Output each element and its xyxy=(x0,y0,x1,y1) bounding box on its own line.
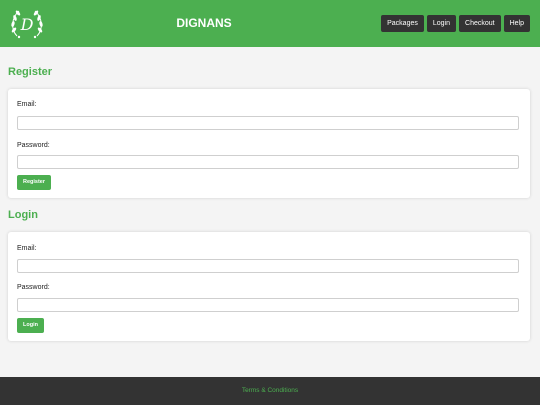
login-title: Login xyxy=(8,209,38,221)
nav-help-button[interactable]: Help xyxy=(503,15,530,32)
login-email-label: Email: xyxy=(17,245,37,252)
register-button[interactable]: Register xyxy=(17,175,52,190)
page-footer: Terms & Conditions xyxy=(0,377,540,405)
nav-checkout-button[interactable]: Checkout xyxy=(459,15,501,32)
register-password-label: Password: xyxy=(17,142,50,149)
top-header: D DIGNANS Packages Login Checkout Help xyxy=(0,0,540,47)
login-password-input[interactable] xyxy=(17,298,519,312)
login-button[interactable]: Login xyxy=(17,318,44,333)
main-nav: Packages Login Checkout Help xyxy=(381,15,530,32)
nav-packages-button[interactable]: Packages xyxy=(381,15,424,32)
register-email-label: Email: xyxy=(17,101,37,108)
nav-login-button[interactable]: Login xyxy=(426,15,457,32)
brand-title: DIGNANS xyxy=(176,16,232,30)
login-card: Email: Password: Login xyxy=(8,232,530,341)
terms-link[interactable]: Terms & Conditions xyxy=(242,387,298,394)
login-password-label: Password: xyxy=(17,284,50,291)
page: D DIGNANS Packages Login Checkout Help R… xyxy=(0,0,540,405)
register-card: Email: Password: Register xyxy=(8,89,530,198)
register-title: Register xyxy=(8,66,53,78)
register-email-input[interactable] xyxy=(17,116,519,130)
register-password-input[interactable] xyxy=(17,155,519,169)
login-email-input[interactable] xyxy=(17,259,519,273)
